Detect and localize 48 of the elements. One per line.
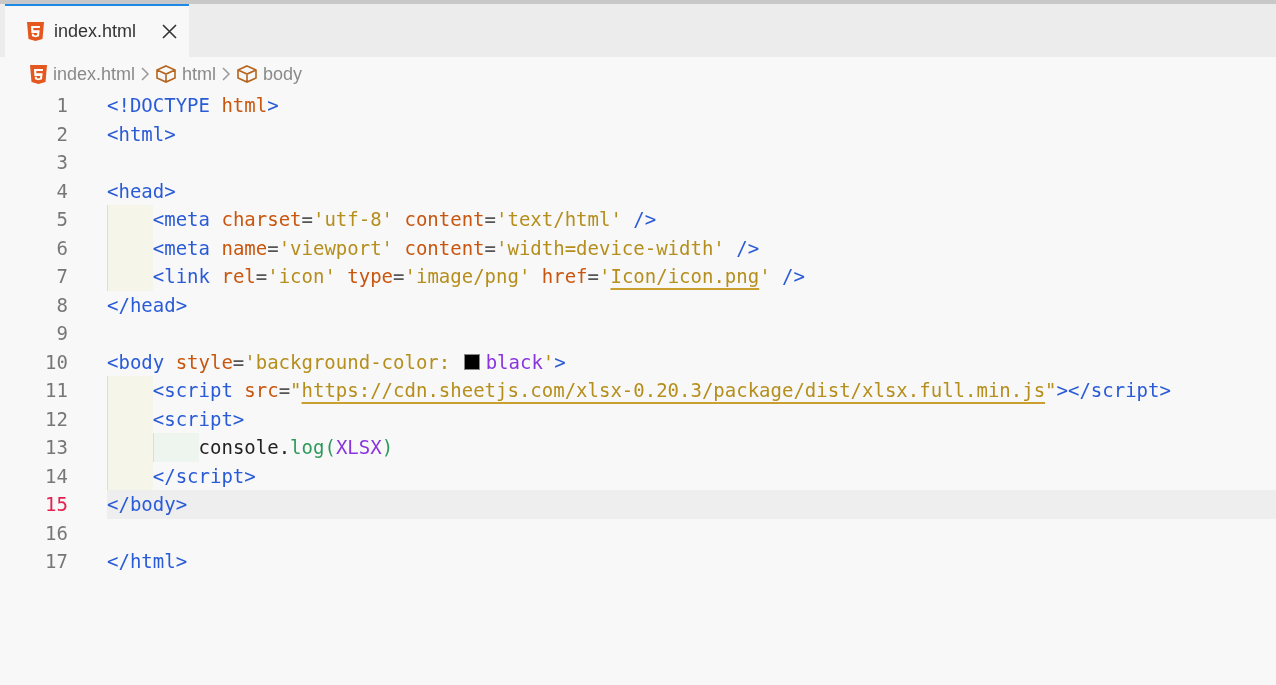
breadcrumb-item[interactable]: body <box>237 63 303 85</box>
color-swatch[interactable] <box>463 353 480 370</box>
line-number: 12 <box>44 406 68 432</box>
line-number: 7 <box>55 264 68 289</box>
line-number: 11 <box>44 378 68 403</box>
line-number: 15 <box>44 492 68 517</box>
editor-tab[interactable]: index.html <box>5 4 189 57</box>
code-line: console.log(XLSX) <box>198 435 394 460</box>
line-number: 6 <box>55 235 68 261</box>
line-number: 1 <box>55 93 68 118</box>
breadcrumb-item[interactable]: html <box>156 63 217 85</box>
code-line: <body style='background-color: black'> <box>107 349 566 375</box>
breadcrumb-item[interactable]: index.html <box>30 63 136 85</box>
code-line: <meta charset='utf-8' content='text/html' /> <box>152 207 657 232</box>
code-line: <script> <box>152 406 245 432</box>
line-number: 10 <box>44 349 68 375</box>
indent-guide <box>107 205 153 234</box>
tab-label: index.html <box>54 21 137 42</box>
code-line: <head> <box>107 178 176 204</box>
line-number: 2 <box>55 121 68 147</box>
indent-guide <box>107 262 153 291</box>
code-line: <link rel='icon' type='image/png' href='Icon/icon.png' /> <box>152 264 805 289</box>
close-icon[interactable] <box>162 24 177 39</box>
chevron-icon <box>222 67 232 81</box>
code-line: <meta name='viewport' content='width=device-width' /> <box>152 235 760 261</box>
cube-icon <box>237 65 258 83</box>
line-number: 4 <box>55 178 68 204</box>
html5-icon <box>27 22 44 41</box>
code-line: <script src="https://cdn.sheetjs.com/xlsx-0.20.3/package/dist/xlsx.full.min.js"></script> <box>152 378 1171 403</box>
line-number: 9 <box>55 321 68 346</box>
line-number: 8 <box>55 292 68 318</box>
line-number: 17 <box>44 549 68 574</box>
line-number: 14 <box>44 463 68 489</box>
chevron-icon <box>141 67 151 81</box>
code-line: <html> <box>107 121 176 147</box>
code-line: </body> <box>107 492 188 517</box>
cube-icon <box>156 65 177 83</box>
line-number: 5 <box>55 207 68 232</box>
code-line: </script> <box>152 463 256 489</box>
indent-guide <box>107 376 153 405</box>
indent-guide <box>152 433 199 462</box>
line-number: 13 <box>44 435 68 460</box>
line-number: 16 <box>44 520 68 546</box>
code-line: </head> <box>107 292 188 318</box>
line-number: 3 <box>55 150 68 175</box>
html5-icon <box>30 64 47 84</box>
code-line: </html> <box>107 549 188 574</box>
code-line: <!DOCTYPE html> <box>107 93 279 118</box>
